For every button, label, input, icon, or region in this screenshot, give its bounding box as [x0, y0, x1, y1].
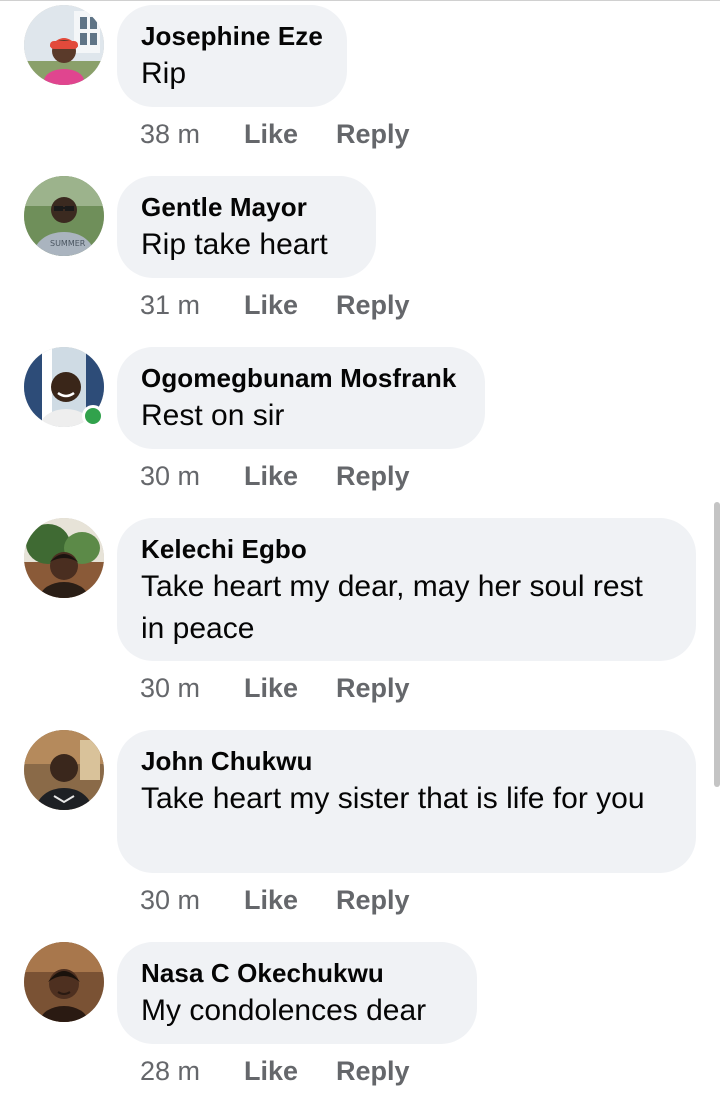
top-divider: [0, 0, 720, 1]
like-button[interactable]: Like: [244, 880, 298, 920]
avatar[interactable]: [24, 5, 104, 85]
avatar-photo: [24, 518, 104, 598]
reply-button[interactable]: Reply: [336, 668, 410, 708]
comment-text: Take heart my sister that is life for yo…: [141, 782, 645, 815]
reply-button[interactable]: Reply: [336, 880, 410, 920]
author-name[interactable]: Kelechi Egbo: [141, 532, 671, 566]
timestamp[interactable]: 31 m: [140, 285, 200, 325]
comment-bubble: Kelechi Egbo Take heart my dear, may her…: [117, 518, 696, 661]
avatar-photo: [24, 942, 104, 1022]
like-button[interactable]: Like: [244, 285, 298, 325]
like-button[interactable]: Like: [244, 668, 298, 708]
reply-button[interactable]: Reply: [336, 114, 410, 154]
timestamp[interactable]: 30 m: [140, 668, 200, 708]
reply-button[interactable]: Reply: [336, 456, 410, 496]
comment-text: Take heart my dear, may her soul rest in…: [141, 570, 643, 645]
comment-bubble: Nasa C Okechukwu My condolences dear: [117, 942, 477, 1044]
like-button[interactable]: Like: [244, 114, 298, 154]
comment-bubble: Gentle Mayor Rip take heart: [117, 176, 376, 278]
author-name[interactable]: Gentle Mayor: [141, 190, 351, 224]
comment-bubble: Josephine Eze Rip: [117, 5, 347, 107]
avatar[interactable]: [24, 730, 104, 810]
svg-text:SUMMER: SUMMER: [50, 239, 86, 248]
avatar[interactable]: SUMMER: [24, 176, 104, 256]
like-button[interactable]: Like: [244, 1051, 298, 1091]
like-button[interactable]: Like: [244, 456, 298, 496]
comment-text: My condolences dear: [141, 994, 427, 1027]
comment-text: Rip: [141, 57, 187, 90]
author-name[interactable]: Josephine Eze: [141, 19, 323, 53]
comment-bubble: Ogomegbunam Mosfrank Rest on sir: [117, 347, 485, 449]
timestamp[interactable]: 38 m: [140, 114, 200, 154]
reply-button[interactable]: Reply: [336, 1051, 410, 1091]
avatar[interactable]: [24, 942, 104, 1022]
comment-text: Rest on sir: [141, 399, 285, 432]
avatar-photo: SUMMER: [24, 176, 104, 256]
author-name[interactable]: Ogomegbunam Mosfrank: [141, 361, 460, 395]
author-name[interactable]: Nasa C Okechukwu: [141, 956, 452, 990]
avatar[interactable]: [24, 518, 104, 598]
timestamp[interactable]: 30 m: [140, 880, 200, 920]
author-name[interactable]: John Chukwu: [141, 744, 671, 778]
timestamp[interactable]: 28 m: [140, 1051, 200, 1091]
comment-text: Rip take heart: [141, 228, 328, 261]
online-status-icon: [82, 405, 104, 427]
scrollbar[interactable]: [714, 502, 720, 787]
avatar-photo: [24, 5, 104, 85]
avatar-photo: [24, 730, 104, 810]
timestamp[interactable]: 30 m: [140, 456, 200, 496]
reply-button[interactable]: Reply: [336, 285, 410, 325]
comment-bubble: John Chukwu Take heart my sister that is…: [117, 730, 696, 873]
